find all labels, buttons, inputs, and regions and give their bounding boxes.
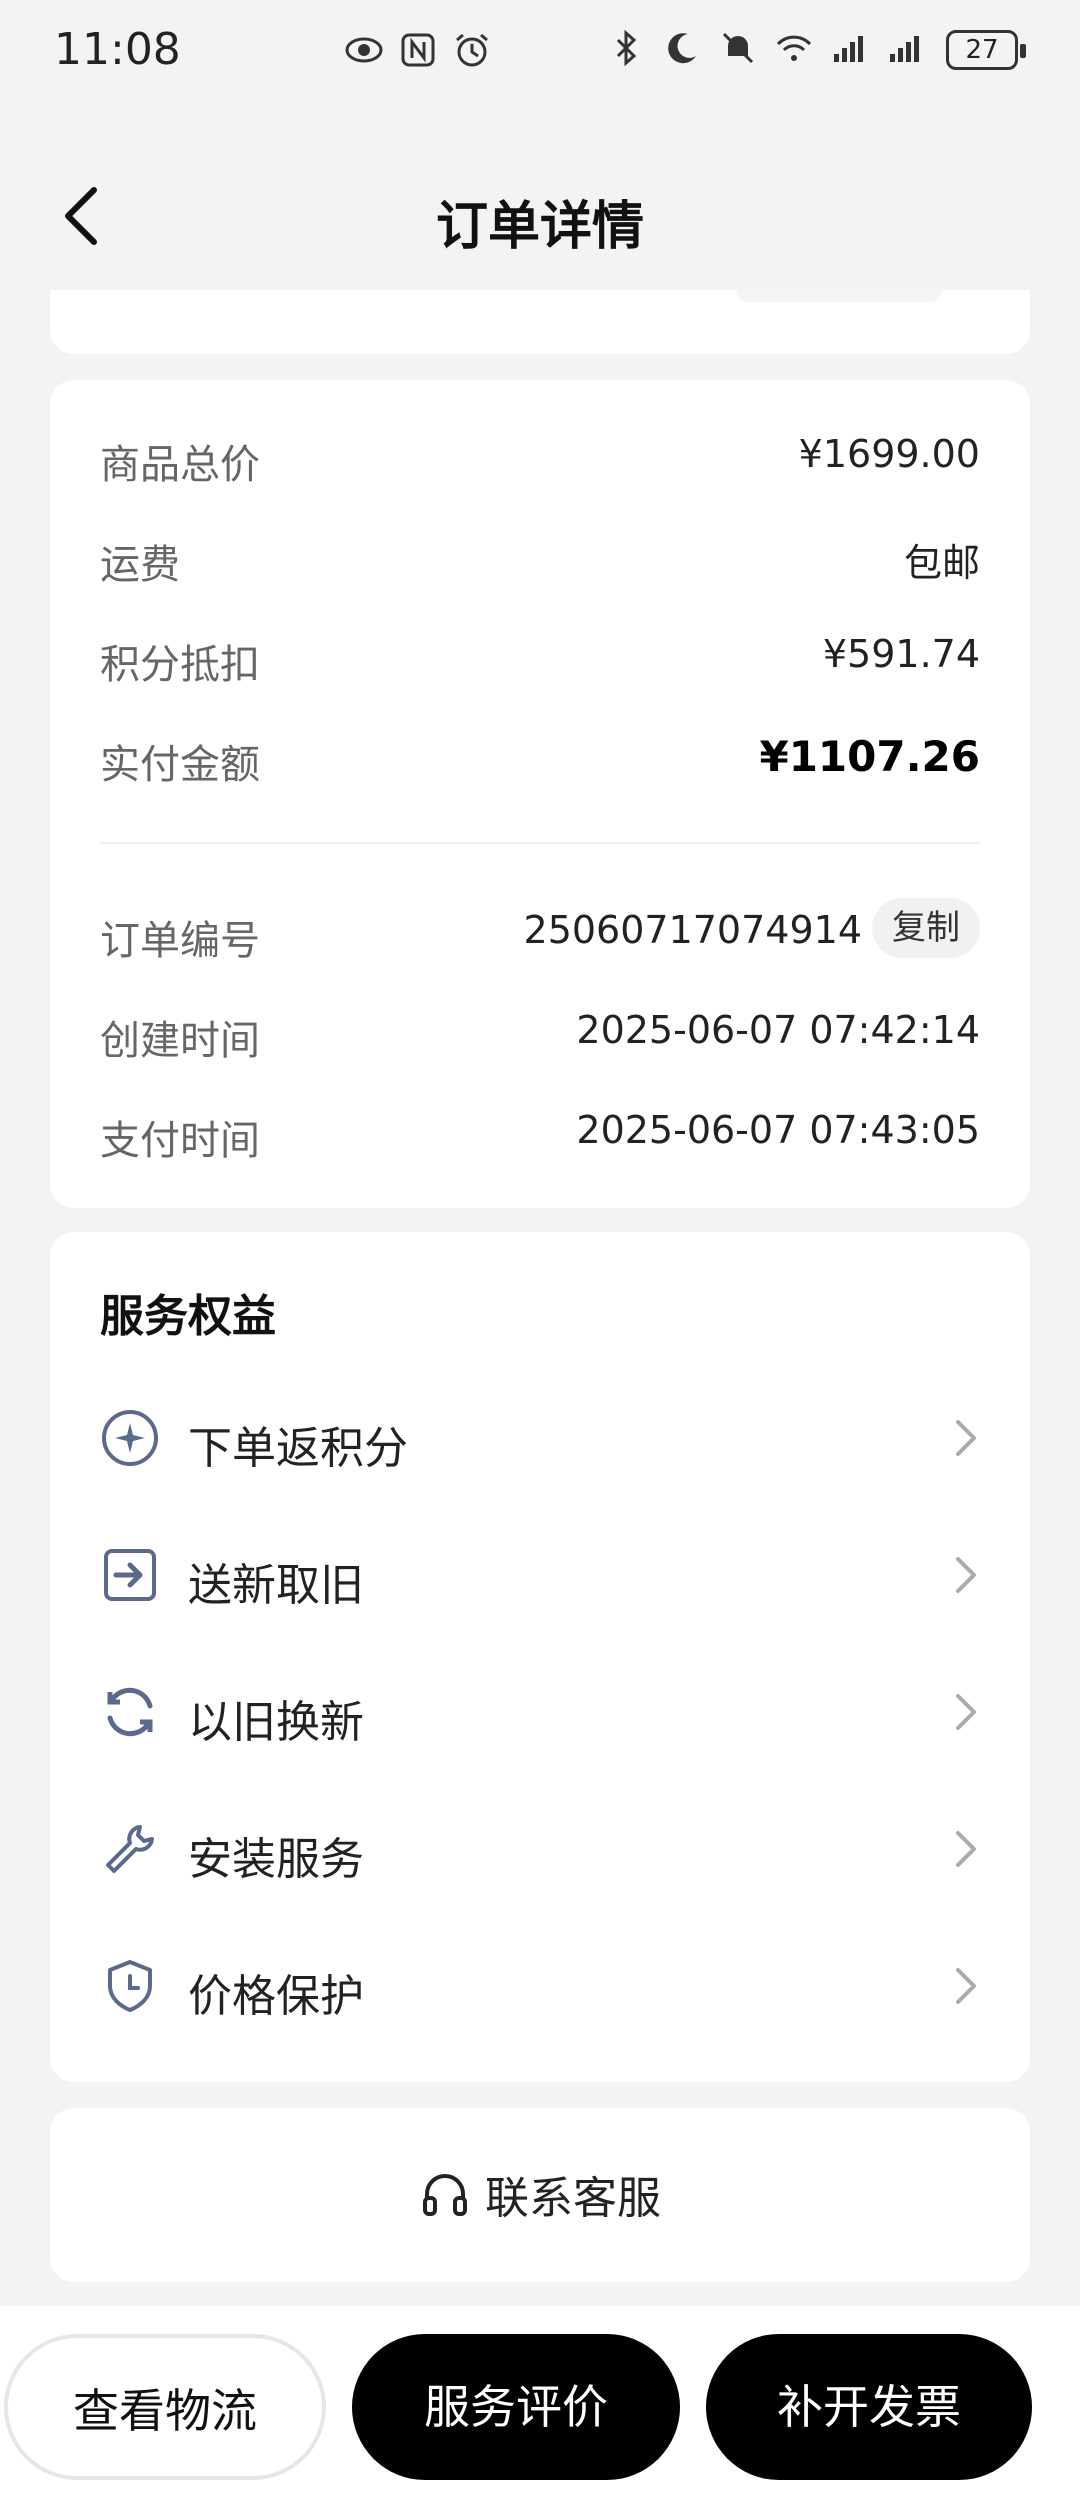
shield-clock-icon	[108, 1960, 152, 2012]
alarm-icon	[456, 33, 488, 67]
chevron-right-icon	[956, 1694, 976, 1730]
reissue-invoice-button[interactable]: 补开发票	[706, 2334, 1032, 2480]
service-card: 服务权益 下单返积分 送新取旧 以旧换新 安装服务 价格保护	[50, 1232, 1030, 2082]
chevron-right-icon	[956, 1831, 976, 1867]
status-time: 11:08	[54, 24, 181, 75]
service-review-button[interactable]: 服务评价	[352, 2334, 680, 2480]
nfc-icon	[401, 33, 435, 67]
chevron-right-icon	[956, 1557, 976, 1593]
refresh-icon	[107, 1687, 153, 1737]
arrow-box-icon	[104, 1549, 156, 1601]
view-logistics-button[interactable]: 查看物流	[4, 2334, 326, 2480]
bluetooth-icon	[616, 29, 637, 67]
battery-indicator: 27	[946, 30, 1018, 70]
paid-time-row: 支付时间 2025-06-07 07:43:05	[100, 1108, 980, 1164]
eye-icon	[345, 37, 383, 63]
contact-service-button[interactable]: 联系客服	[50, 2162, 1030, 2226]
price-row-points: 积分抵扣 ¥591.74	[100, 632, 980, 688]
partial-button	[736, 290, 942, 302]
moon-icon	[668, 33, 696, 64]
wifi-icon	[776, 35, 812, 61]
chevron-right-icon	[956, 1420, 976, 1456]
header: 订单详情	[0, 160, 1080, 270]
wrench-icon	[106, 1825, 154, 1873]
contact-label: 联系客服	[485, 2173, 661, 2224]
service-item-exchange-delivery[interactable]: 送新取旧	[100, 1519, 1030, 1629]
signal-icon	[834, 36, 863, 62]
service-item-installation[interactable]: 安装服务	[100, 1793, 1030, 1903]
star-circle-icon	[102, 1410, 158, 1466]
divider	[100, 842, 980, 844]
service-item-points[interactable]: 下单返积分	[100, 1382, 1030, 1492]
service-title: 服务权益	[100, 1291, 276, 1342]
mute-icon	[722, 32, 754, 64]
price-row-paid: 实付金额 ¥1107.26	[100, 732, 980, 788]
order-number-row: 订单编号 25060717074914 复制	[100, 892, 980, 972]
copy-button[interactable]: 复制	[872, 898, 980, 958]
status-bar: 11:08 27	[0, 0, 1080, 104]
price-row-total: 商品总价 ¥1699.00	[100, 432, 980, 488]
service-item-price-protection[interactable]: 价格保护	[100, 1930, 1030, 2040]
chevron-right-icon	[956, 1968, 976, 2004]
signal-icon	[890, 36, 919, 62]
price-row-shipping: 运费 包邮	[100, 541, 980, 588]
order-number: 25060717074914	[523, 908, 862, 952]
battery-tip	[1020, 44, 1026, 58]
created-time-row: 创建时间 2025-06-07 07:42:14	[100, 1008, 980, 1064]
page-title: 订单详情	[435, 197, 644, 257]
bottom-action-bar: 查看物流 服务评价 补开发票	[0, 2306, 1080, 2504]
price-card: 商品总价 ¥1699.00 运费 包邮 积分抵扣 ¥591.74 实付金额 ¥1…	[50, 380, 1030, 1208]
contact-card[interactable]: 联系客服	[50, 2108, 1030, 2282]
headset-icon	[423, 2174, 467, 2216]
service-item-trade-in[interactable]: 以旧换新	[100, 1656, 1030, 1766]
partial-card	[50, 290, 1030, 354]
